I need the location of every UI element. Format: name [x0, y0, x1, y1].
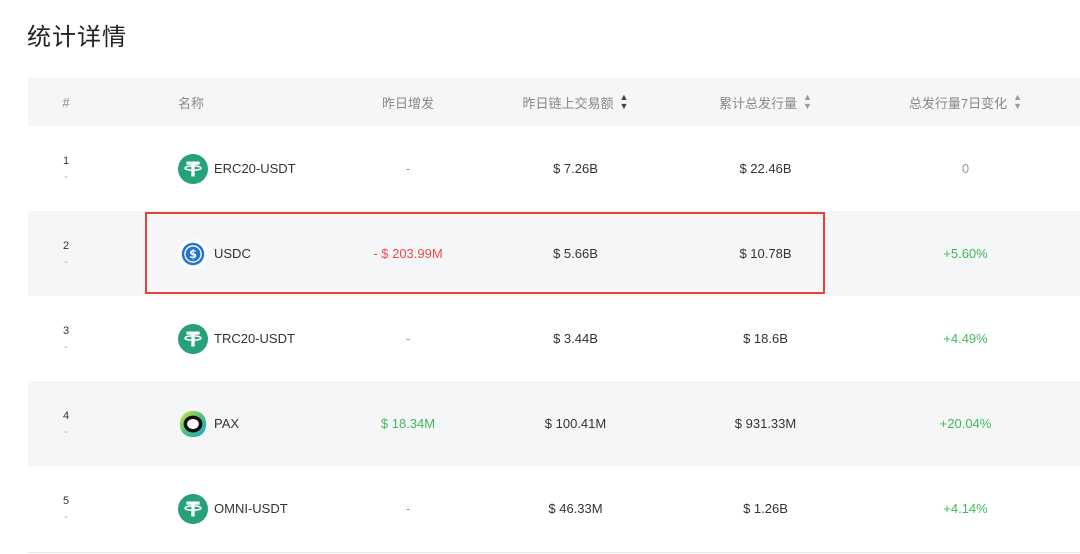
col-increase-header: 昨日增发	[381, 95, 434, 111]
col-change-header[interactable]: 总发行量7日变化 ▲ ▼	[888, 78, 1043, 126]
coin-label: ERC20-USDT	[214, 161, 296, 176]
row-index-sub: -	[64, 510, 68, 523]
page-title: 统计详情	[27, 23, 127, 51]
tether-icon	[178, 493, 208, 524]
tether-icon	[178, 153, 208, 184]
increase-value: -	[405, 161, 411, 176]
row-index: 1	[62, 154, 70, 167]
row-index: 3	[62, 324, 70, 337]
row-index: 2	[62, 239, 70, 252]
row-index: 4	[62, 409, 70, 422]
supply-value: $ 22.46B	[739, 161, 792, 176]
tether-icon	[178, 323, 208, 354]
coin-label: USDC	[214, 246, 251, 261]
stats-table: # 名称 昨日增发 昨日链上交易额 ▲ ▼ 累计总发行量 ▲ ▼ 总发行量7日变化 …	[28, 78, 1080, 551]
volume-value: $ 100.41M	[544, 416, 607, 431]
table-row[interactable]: 5 - OMNI-USDT - $ 46.33M $ 1.26B +4.14%	[28, 466, 1080, 551]
coin-label: TRC20-USDT	[214, 331, 295, 346]
table-row[interactable]: 4 - PAX $ 18.34M $ 100.41M $ 931.33M +20.…	[28, 381, 1080, 466]
supply-value: $ 10.78B	[739, 246, 792, 261]
volume-value: $ 7.26B	[553, 161, 598, 176]
col-volume-header[interactable]: 昨日链上交易额 ▲ ▼	[503, 78, 648, 126]
change-value: +4.14%	[943, 501, 988, 516]
supply-value: $ 18.6B	[743, 331, 788, 346]
table-row[interactable]: 3 - TRC20-USDT - $ 3.44B $ 18.6B +4.49%	[28, 296, 1080, 381]
pax-icon	[179, 410, 207, 437]
coin-name[interactable]: PAX	[178, 409, 239, 439]
increase-value: $ 18.34M	[380, 416, 436, 431]
volume-value: $ 3.44B	[553, 331, 598, 346]
table-row[interactable]: 1 - ERC20-USDT - $ 7.26B $ 22.46B 0	[28, 126, 1080, 211]
change-value: +4.49%	[943, 331, 988, 346]
col-index-header: #	[62, 94, 70, 110]
volume-value: $ 46.33M	[548, 501, 603, 516]
coin-name[interactable]: $ USDC	[178, 238, 251, 269]
svg-text:$: $	[189, 248, 197, 261]
row-index: 5	[62, 494, 70, 507]
col-volume-label: 昨日链上交易额	[522, 95, 614, 111]
col-supply-header[interactable]: 累计总发行量 ▲ ▼	[688, 78, 843, 126]
table-header: # 名称 昨日增发 昨日链上交易额 ▲ ▼ 累计总发行量 ▲ ▼ 总发行量7日变化 …	[28, 78, 1080, 126]
coin-name[interactable]: OMNI-USDT	[178, 493, 288, 524]
row-index-sub: -	[64, 425, 68, 438]
coin-label: PAX	[214, 416, 240, 431]
sort-icon[interactable]: ▲ ▼	[620, 93, 629, 111]
row-index-sub: -	[64, 255, 68, 268]
supply-value: $ 931.33M	[734, 416, 797, 431]
table-bottom-divider	[28, 552, 1080, 553]
col-change-label: 总发行量7日变化	[908, 95, 1008, 111]
increase-value: -	[405, 501, 411, 516]
sort-icon[interactable]: ▲ ▼	[803, 93, 812, 111]
sort-icon[interactable]: ▲ ▼	[1013, 93, 1022, 111]
coin-name[interactable]: TRC20-USDT	[178, 323, 295, 354]
change-value: +5.60%	[943, 246, 988, 261]
volume-value: $ 5.66B	[553, 246, 598, 261]
coin-name[interactable]: ERC20-USDT	[178, 153, 296, 184]
col-supply-label: 累计总发行量	[719, 95, 798, 111]
row-index-sub: -	[64, 170, 68, 183]
usdc-icon: $	[178, 238, 208, 269]
coin-label: OMNI-USDT	[214, 501, 288, 516]
table-row[interactable]: 2 - $ USDC - $ 203.99M $ 5.66B $ 10.78B +…	[28, 211, 1080, 296]
supply-value: $ 1.26B	[743, 501, 788, 516]
change-value: 0	[961, 161, 970, 176]
increase-value: - $ 203.99M	[373, 246, 443, 261]
row-index-sub: -	[64, 340, 68, 353]
increase-value: -	[405, 331, 411, 346]
change-value: +20.04%	[939, 416, 992, 431]
